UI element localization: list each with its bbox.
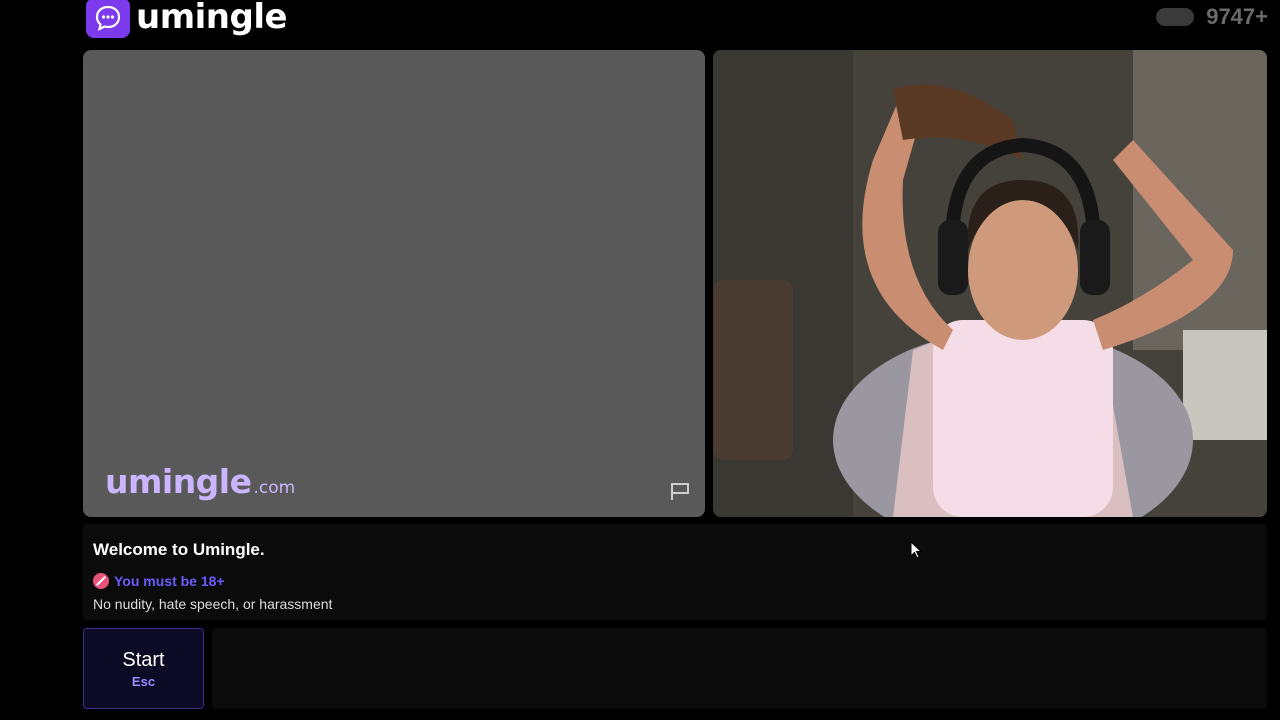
online-toggle[interactable] [1156,8,1195,26]
rules-text: No nudity, hate speech, or harassment [93,596,333,612]
start-shortcut: Esc [131,673,156,689]
chat-input-area[interactable] [212,628,1267,709]
watermark-main: umingle [105,462,252,501]
logo-text: umingle [136,0,288,37]
local-video-panel: umingle .com [83,50,705,517]
flag-icon[interactable] [669,481,691,501]
remote-video-panel [713,50,1267,517]
header: umingle 9747+ [0,0,1280,44]
logo[interactable]: umingle [86,0,288,40]
mouse-cursor-icon [910,541,923,559]
no-entry-icon [93,573,109,589]
watermark-suffix: .com [253,478,296,498]
online-count: 9747+ [1206,4,1268,29]
watermark: umingle .com [105,462,295,501]
age-notice-text: You must be 18+ [114,573,225,589]
age-notice: You must be 18+ [93,573,225,589]
chat-bubble-icon [86,0,130,38]
remote-video-feed [713,50,1267,517]
welcome-heading: Welcome to Umingle. [93,540,265,559]
info-panel: Welcome to Umingle. You must be 18+ No n… [83,524,1267,620]
start-label: Start [122,648,165,671]
online-indicator: 9747+ [1156,4,1268,30]
start-button[interactable]: Start Esc [83,628,204,709]
